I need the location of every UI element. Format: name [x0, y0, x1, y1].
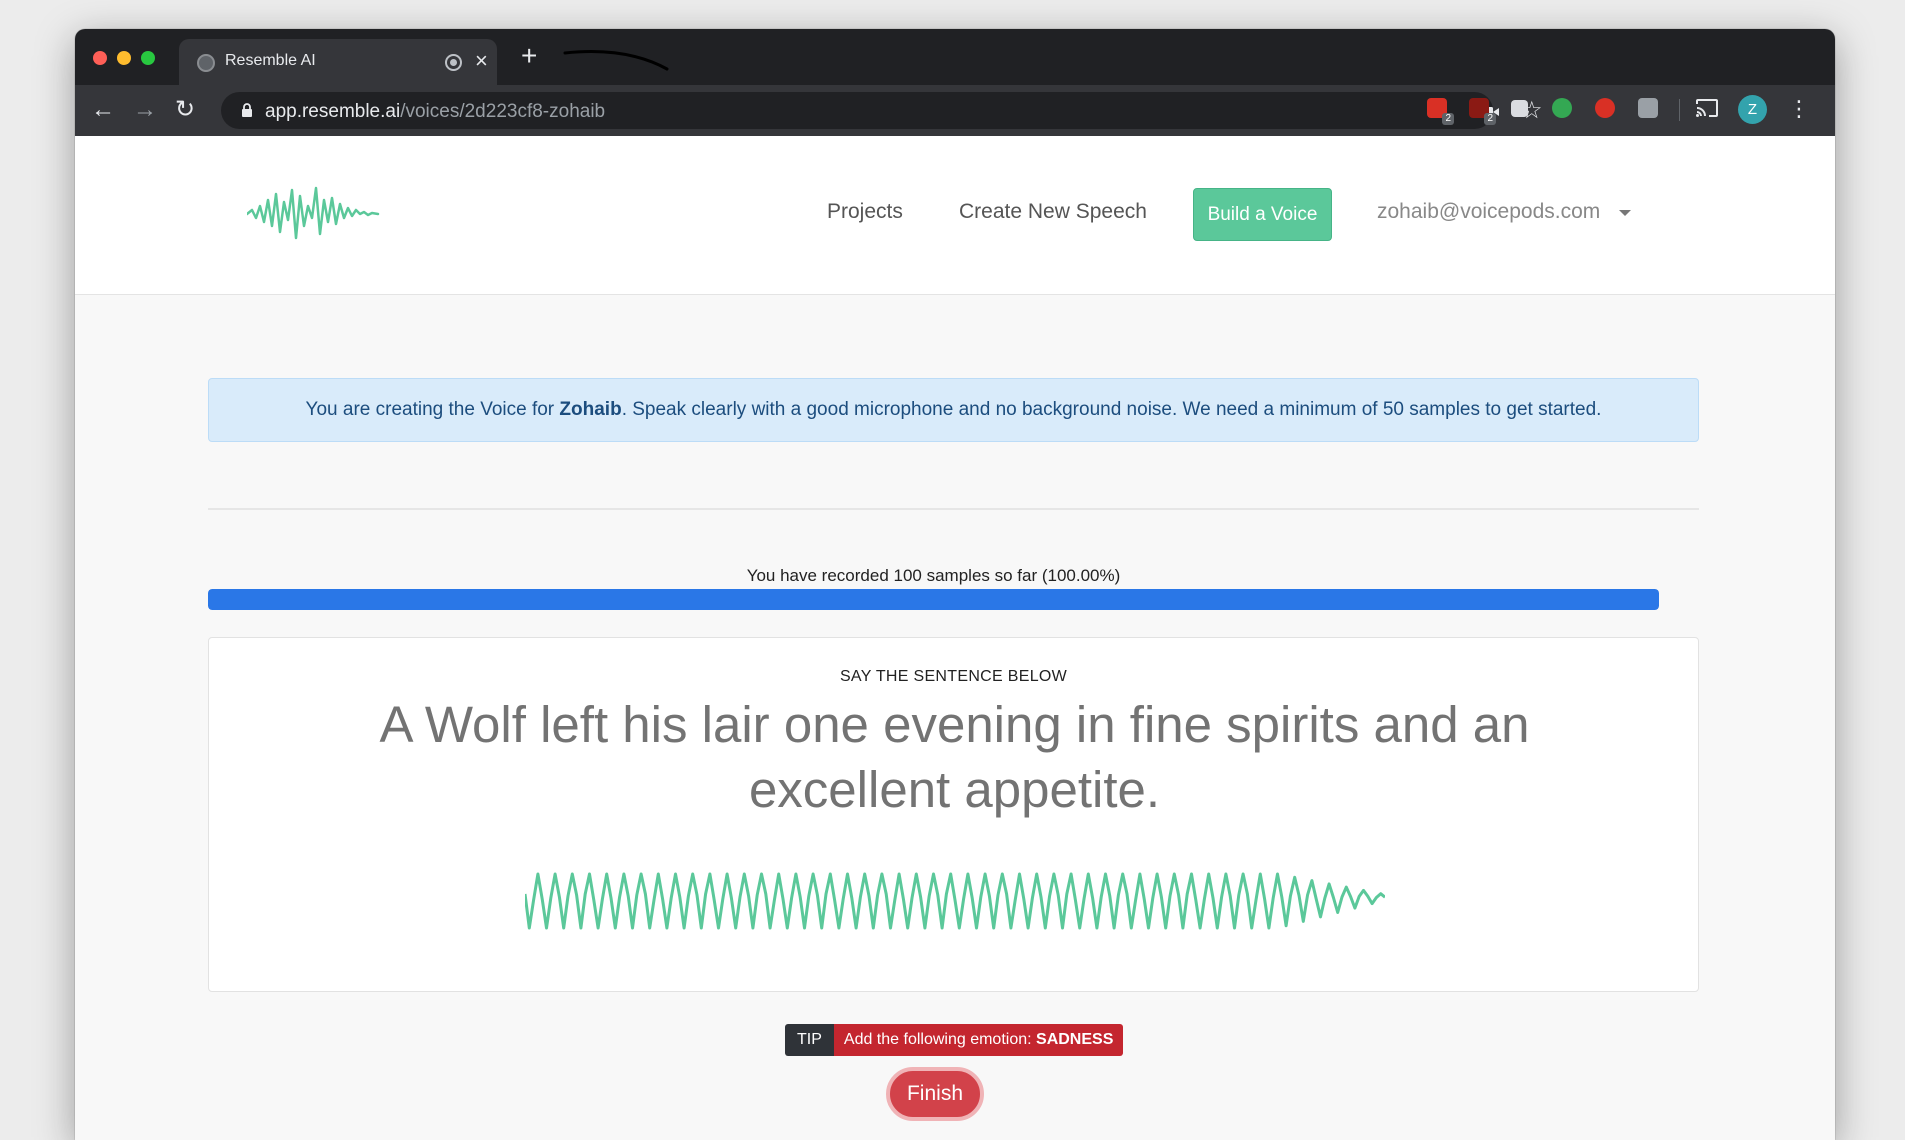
- browser-tab[interactable]: Resemble AI ×: [179, 39, 497, 85]
- site-header: Projects Create New Speech Build a Voice…: [75, 136, 1835, 295]
- extension-1-icon[interactable]: 2: [1427, 98, 1454, 125]
- new-tab-button[interactable]: +: [521, 41, 537, 71]
- resemble-logo[interactable]: [247, 182, 382, 242]
- url-text: app.resemble.ai/voices/2d223cf8-zohaib: [265, 101, 605, 123]
- alert-text-start: You are creating the Voice for: [305, 399, 560, 420]
- extension-3-icon[interactable]: [1511, 100, 1528, 117]
- toolbar-divider: [1679, 99, 1680, 121]
- recording-icon: [445, 54, 462, 71]
- maximize-window-button[interactable]: [141, 51, 155, 65]
- minimize-window-button[interactable]: [117, 51, 131, 65]
- forward-icon[interactable]: →: [133, 97, 157, 123]
- nav-create-speech-link[interactable]: Create New Speech: [959, 200, 1147, 224]
- browser-toolbar: ← → ↻ app.resemble.ai/voices/2d223cf8-zo…: [75, 85, 1835, 136]
- profile-avatar[interactable]: Z: [1738, 95, 1767, 124]
- tip-badge: TIP Add the following emotion: SADNESS: [785, 1024, 1124, 1056]
- close-window-button[interactable]: [93, 51, 107, 65]
- tip-text: Add the following emotion: SADNESS: [833, 1024, 1124, 1056]
- url-path: /voices/2d223cf8-zohaib: [400, 101, 606, 122]
- grammarly-icon[interactable]: [1552, 98, 1572, 118]
- close-tab-icon[interactable]: ×: [475, 49, 488, 73]
- tab-title: Resemble AI: [225, 52, 316, 69]
- extension-badge: 2: [1442, 113, 1454, 125]
- web-page: Projects Create New Speech Build a Voice…: [75, 136, 1835, 1140]
- address-bar[interactable]: app.resemble.ai/voices/2d223cf8-zohaib ☆: [221, 92, 1543, 129]
- tip-instruction: Add the following emotion:: [843, 1031, 1037, 1048]
- progress-label: You have recorded 100 samples so far (10…: [746, 566, 1121, 585]
- waveform-visualization: [525, 872, 1385, 930]
- tip-label: TIP: [785, 1024, 834, 1056]
- build-voice-button[interactable]: Build a Voice: [1193, 188, 1332, 241]
- section-divider: [208, 508, 1699, 510]
- cast-icon[interactable]: [1695, 98, 1719, 118]
- user-menu[interactable]: zohaib@voicepods.com: [1377, 200, 1600, 224]
- finish-button[interactable]: Finish: [886, 1067, 984, 1121]
- extension-6-icon[interactable]: [1638, 98, 1658, 118]
- caret-down-icon[interactable]: [1619, 210, 1631, 216]
- nav-projects-link[interactable]: Projects: [827, 200, 903, 224]
- tip-emotion: SADNESS: [1036, 1031, 1114, 1048]
- back-icon[interactable]: ←: [91, 97, 115, 123]
- extension-badge: 2: [1484, 113, 1496, 125]
- alert-voice-name: Zohaib: [559, 399, 622, 420]
- ublock-icon[interactable]: 2: [1469, 98, 1496, 125]
- browser-window: Resemble AI × + ← → ↻ app.resemble.ai/vo…: [75, 29, 1835, 1140]
- card-title: SAY THE SENTENCE BELOW: [839, 668, 1068, 685]
- info-alert: You are creating the Voice for Zohaib. S…: [208, 378, 1699, 442]
- record-extension-icon[interactable]: [1595, 98, 1615, 118]
- progress-fill: [208, 589, 1659, 610]
- waveform-line: [525, 872, 1385, 930]
- tab-strip: Resemble AI × +: [75, 29, 1835, 85]
- sentence-card: SAY THE SENTENCE BELOW A Wolf left his l…: [208, 637, 1699, 992]
- scribble-mark: [563, 50, 669, 71]
- lock-icon: [242, 103, 252, 117]
- progress-bar: [208, 589, 1659, 610]
- prompt-sentence: A Wolf left his lair one evening in fine…: [379, 696, 1530, 818]
- kebab-menu-icon[interactable]: ⋮: [1788, 95, 1810, 123]
- url-host: app.resemble.ai: [265, 101, 401, 122]
- globe-icon: [197, 54, 215, 72]
- alert-text-end: . Speak clearly with a good microphone a…: [621, 399, 1602, 420]
- reload-icon[interactable]: ↻: [175, 97, 195, 123]
